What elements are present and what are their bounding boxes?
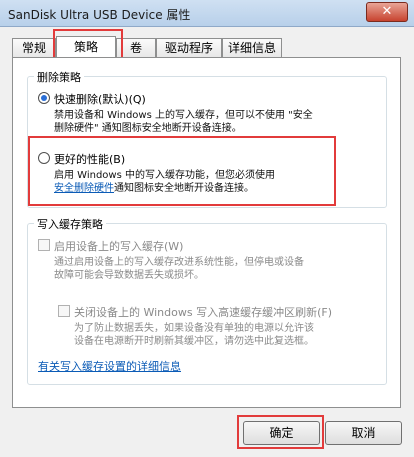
close-icon: ✕: [381, 4, 393, 19]
tab-details[interactable]: 详细信息: [222, 38, 282, 58]
quick-removal-desc-line1: 禁用设备和 Windows 上的写入缓存，但可以不使用 "安全: [54, 110, 313, 121]
quick-removal-label: 快速删除(默认)(Q): [54, 93, 146, 106]
turn-off-flush-description: 为了防止数据丢失，如果设备没有单独的电源以允许该 设备在电源断开时刷新其缓冲区，…: [74, 322, 384, 348]
removal-policy-group: 删除策略 快速删除(默认)(Q) 禁用设备和 Windows 上的写入缓存，但可…: [27, 69, 387, 208]
write-cache-group: 写入缓存策略 启用设备上的写入缓存(W) 通过启用设备上的写入缓存改进系统性能，…: [27, 216, 387, 385]
quick-removal-description: 禁用设备和 Windows 上的写入缓存，但可以不使用 "安全 删除硬件" 通知…: [54, 109, 384, 135]
turn-off-flush-label: 关闭设备上的 Windows 写入高速缓存缓冲区刷新(F): [74, 306, 333, 319]
tab-policy[interactable]: 策略: [56, 36, 116, 59]
turn-off-flush-desc-line1: 为了防止数据丢失，如果设备没有单独的电源以允许该: [74, 323, 314, 334]
tab-driver[interactable]: 驱动程序: [156, 38, 222, 58]
turn-off-flush-checkbox[interactable]: [58, 305, 70, 317]
better-performance-desc-line1: 启用 Windows 中的写入缓存功能，但您必须使用: [54, 170, 275, 181]
better-performance-label: 更好的性能(B): [54, 153, 126, 166]
tab-volume[interactable]: 卷: [116, 38, 156, 58]
enable-write-cache-checkbox[interactable]: [38, 239, 50, 251]
tab-general[interactable]: 常规: [12, 38, 56, 58]
better-performance-desc-line2: 通知图标安全地断开设备连接。: [114, 183, 254, 194]
removal-policy-title: 删除策略: [34, 69, 84, 85]
policy-panel: 删除策略 快速删除(默认)(Q) 禁用设备和 Windows 上的写入缓存，但可…: [12, 57, 401, 408]
better-performance-option[interactable]: 更好的性能(B): [38, 151, 125, 167]
title-bar: SanDisk Ultra USB Device 属性 ✕: [0, 0, 414, 27]
close-button[interactable]: ✕: [366, 2, 408, 22]
quick-removal-option[interactable]: 快速删除(默认)(Q): [38, 91, 146, 107]
safely-remove-hardware-link[interactable]: 安全删除硬件: [54, 183, 114, 194]
turn-off-flush-option[interactable]: 关闭设备上的 Windows 写入高速缓存缓冲区刷新(F): [58, 304, 332, 320]
quick-removal-radio[interactable]: [38, 92, 50, 104]
turn-off-flush-desc-line2: 设备在电源断开时刷新其缓冲区，请勿选中此复选框。: [74, 336, 314, 347]
better-performance-radio[interactable]: [38, 152, 50, 164]
quick-removal-desc-line2: 删除硬件" 通知图标安全地断开设备连接。: [54, 123, 242, 134]
ok-button[interactable]: 确定: [243, 421, 320, 445]
better-performance-description: 启用 Windows 中的写入缓存功能，但您必须使用 安全删除硬件通知图标安全地…: [54, 169, 384, 195]
enable-write-cache-label: 启用设备上的写入缓存(W): [54, 240, 184, 253]
window-title: SanDisk Ultra USB Device 属性: [8, 8, 191, 22]
enable-write-cache-option[interactable]: 启用设备上的写入缓存(W): [38, 238, 183, 254]
write-cache-details-link[interactable]: 有关写入缓存设置的详细信息: [38, 358, 181, 374]
enable-write-cache-desc-line1: 通过启用设备上的写入缓存改进系统性能，但停电或设备: [54, 257, 304, 268]
write-cache-title: 写入缓存策略: [34, 216, 106, 232]
enable-write-cache-desc-line2: 故障可能会导致数据丢失或损坏。: [54, 270, 204, 281]
enable-write-cache-description: 通过启用设备上的写入缓存改进系统性能，但停电或设备 故障可能会导致数据丢失或损坏…: [54, 256, 384, 282]
cancel-button[interactable]: 取消: [325, 421, 402, 445]
